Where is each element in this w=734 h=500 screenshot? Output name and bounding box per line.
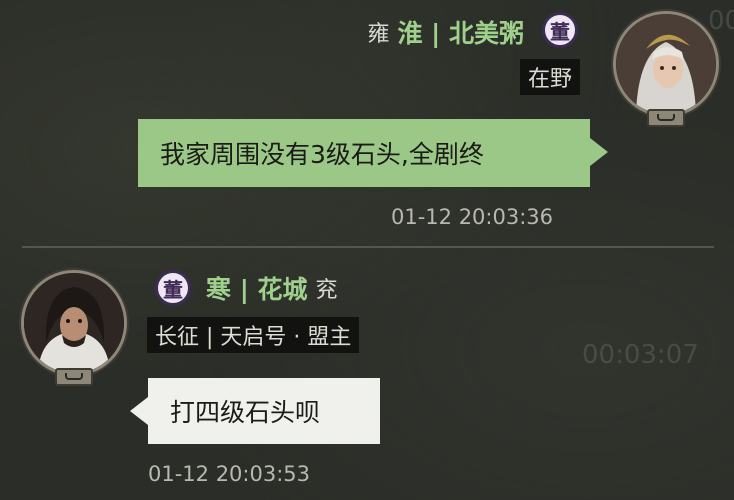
message-text: 打四级石头呗 xyxy=(170,398,321,427)
avatar-sender[interactable] xyxy=(21,270,127,376)
message-text: 我家周围没有3级石头,全剧终 xyxy=(160,140,484,169)
bubble-tail-icon xyxy=(590,138,608,166)
avatar-sender[interactable] xyxy=(613,11,719,117)
faction-badge: 董 xyxy=(542,12,578,48)
sender-header: 寒 | 花城 兖 xyxy=(206,270,338,306)
sender-name[interactable]: 寒 | 花城 xyxy=(206,270,308,306)
message-timestamp: 01-12 20:03:53 xyxy=(148,462,311,486)
background-corner-text: 00 xyxy=(708,6,734,36)
region-label: 雍 xyxy=(367,22,390,47)
avatar-ornament xyxy=(647,109,685,127)
sender-header: 雍 淮 | 北美粥 xyxy=(367,14,524,50)
status-tag: 在野 xyxy=(520,59,581,95)
bubble-tail-icon xyxy=(130,397,148,425)
message-bubble[interactable]: 打四级石头呗 xyxy=(148,378,380,444)
message-bubble[interactable]: 我家周围没有3级石头,全剧终 xyxy=(138,119,590,187)
status-tag: 长征 | 天启号 · 盟主 xyxy=(147,317,360,353)
portrait-icon xyxy=(616,14,716,114)
portrait-icon xyxy=(24,273,124,373)
message-timestamp: 01-12 20:03:36 xyxy=(391,205,554,229)
faction-badge: 董 xyxy=(155,270,191,306)
background-timer-text: 00:03:07 xyxy=(582,340,699,370)
message-divider xyxy=(22,246,714,248)
avatar-ornament xyxy=(55,368,93,386)
sender-name[interactable]: 淮 | 北美粥 xyxy=(397,14,524,50)
region-label: 兖 xyxy=(315,278,338,303)
